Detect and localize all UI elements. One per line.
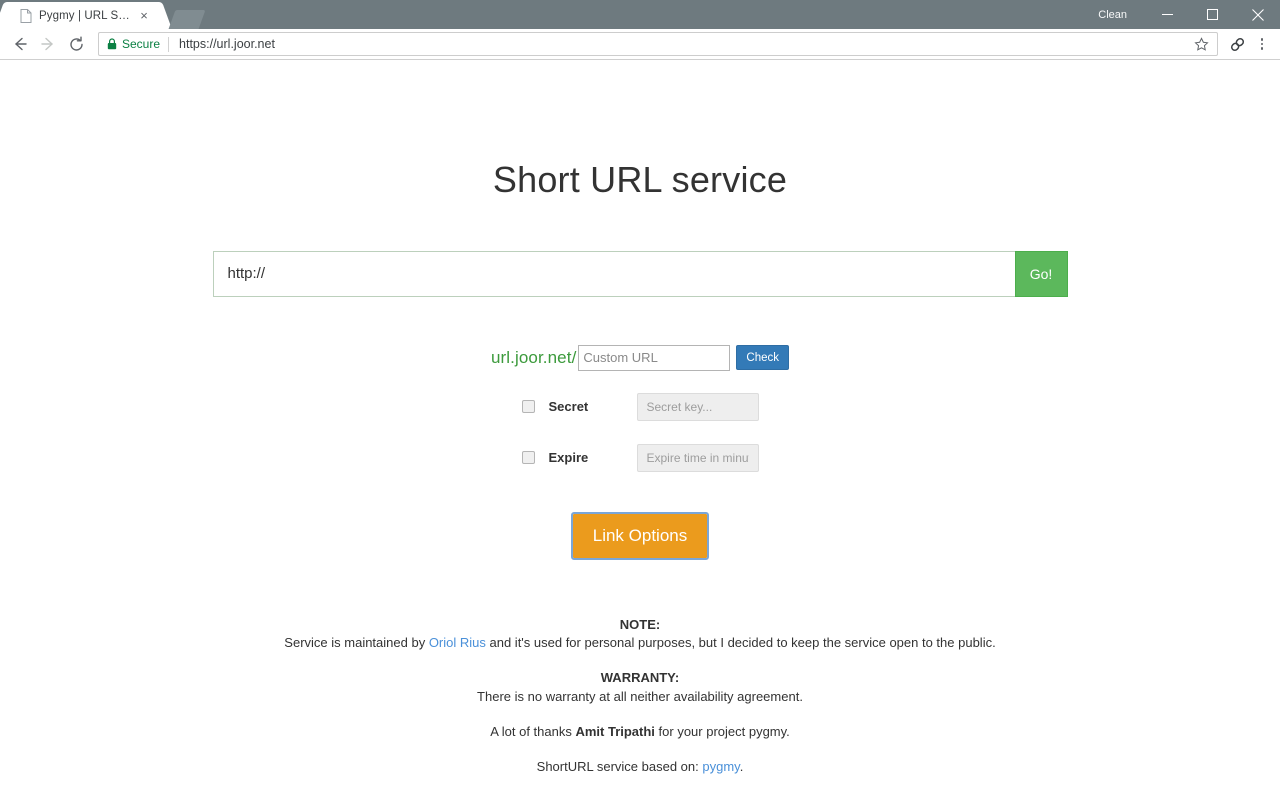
bookmark-star-icon[interactable] — [1188, 36, 1209, 52]
profile-label[interactable]: Clean — [1098, 9, 1127, 21]
custom-url-input[interactable] — [578, 344, 731, 371]
page-icon — [20, 8, 32, 23]
tab-close-icon[interactable]: × — [136, 8, 152, 24]
secret-option-row: Secret — [0, 392, 1280, 421]
domain-prefix-label: url.joor.net/ — [490, 347, 577, 367]
expire-option-row: Expire — [0, 443, 1280, 472]
note-text-post: and it's used for personal purposes, but… — [485, 635, 996, 651]
minimize-icon[interactable] — [1145, 0, 1190, 29]
new-tab-button[interactable] — [168, 10, 206, 29]
tab-strip: Pygmy | URL Shortener × — [0, 0, 206, 29]
thanks-name: Amit Tripathi — [575, 723, 655, 739]
menu-dot — [1260, 42, 1264, 46]
warranty-text: There is no warranty at all neither avai… — [477, 689, 803, 705]
note-heading: NOTE: — [619, 616, 661, 632]
expire-label: Expire — [548, 450, 589, 466]
based-post: . — [739, 758, 744, 774]
omnibox-divider — [168, 36, 170, 52]
browser-toolbar: Secure https://url.joor.net — [0, 29, 1280, 60]
footer-spacer — [0, 707, 1280, 723]
oriol-rius-link[interactable]: Oriol Rius — [429, 635, 486, 650]
pygmy-link[interactable]: pygmy — [702, 759, 739, 774]
browser-titlebar: Pygmy | URL Shortener × Clean — [0, 0, 1280, 29]
go-button[interactable]: Go! — [1014, 250, 1068, 297]
check-availability-button[interactable]: Check — [736, 345, 789, 371]
security-status: Secure — [122, 37, 161, 51]
browser-tab-active[interactable]: Pygmy | URL Shortener × — [8, 2, 158, 29]
expire-time-input[interactable] — [636, 443, 759, 472]
custom-url-row: url.joor.net/ Check — [0, 344, 1280, 371]
address-bar[interactable]: Secure https://url.joor.net — [98, 32, 1218, 56]
chrome-menu-icon[interactable] — [1250, 31, 1274, 57]
footer-spacer — [0, 742, 1280, 758]
window-controls: Clean — [1098, 0, 1280, 29]
note-text-pre: Service is maintained by — [284, 635, 429, 651]
close-icon[interactable] — [1235, 0, 1280, 29]
note-text: Service is maintained by Oriol Rius and … — [0, 634, 1280, 653]
menu-dot — [1260, 47, 1264, 50]
based-pre: ShortURL service based on: — [536, 758, 703, 774]
forward-icon — [34, 30, 62, 58]
lock-icon — [107, 38, 117, 50]
long-url-input[interactable] — [212, 250, 1015, 297]
secret-checkbox[interactable] — [521, 400, 535, 414]
thanks-text: A lot of thanks Amit Tripathi for your p… — [0, 723, 1280, 742]
secret-key-input[interactable] — [636, 392, 759, 421]
based-on-text: ShortURL service based on: pygmy. — [0, 758, 1280, 777]
thanks-post: for your project pygmy. — [654, 723, 790, 739]
link-options-button[interactable]: Link Options — [570, 511, 710, 560]
menu-dot — [1260, 38, 1264, 41]
page-content: Short URL service Go! url.joor.net/ Chec… — [0, 60, 1280, 777]
link-options-panel: url.joor.net/ Check Secret Expire Link O… — [0, 344, 1280, 560]
reload-icon[interactable] — [62, 30, 90, 58]
page-title: Short URL service — [492, 159, 788, 200]
page-viewport: Short URL service Go! url.joor.net/ Chec… — [0, 60, 1280, 800]
footer-spacer — [0, 653, 1280, 669]
url-shorten-form: Go! — [212, 250, 1068, 297]
expire-checkbox[interactable] — [521, 451, 535, 465]
maximize-icon[interactable] — [1190, 0, 1235, 29]
tab-title: Pygmy | URL Shortener — [39, 9, 132, 22]
address-bar-url: https://url.joor.net — [179, 37, 275, 51]
page-footer: NOTE: Service is maintained by Oriol Riu… — [0, 616, 1280, 777]
warranty-heading: WARRANTY: — [600, 670, 680, 686]
secret-label: Secret — [548, 399, 589, 415]
browser-window: Pygmy | URL Shortener × Clean — [0, 0, 1280, 800]
back-icon[interactable] — [6, 30, 34, 58]
link-options-button-wrap: Link Options — [0, 511, 1280, 560]
thanks-pre: A lot of thanks — [490, 723, 576, 739]
link-extension-icon[interactable] — [1224, 31, 1250, 57]
